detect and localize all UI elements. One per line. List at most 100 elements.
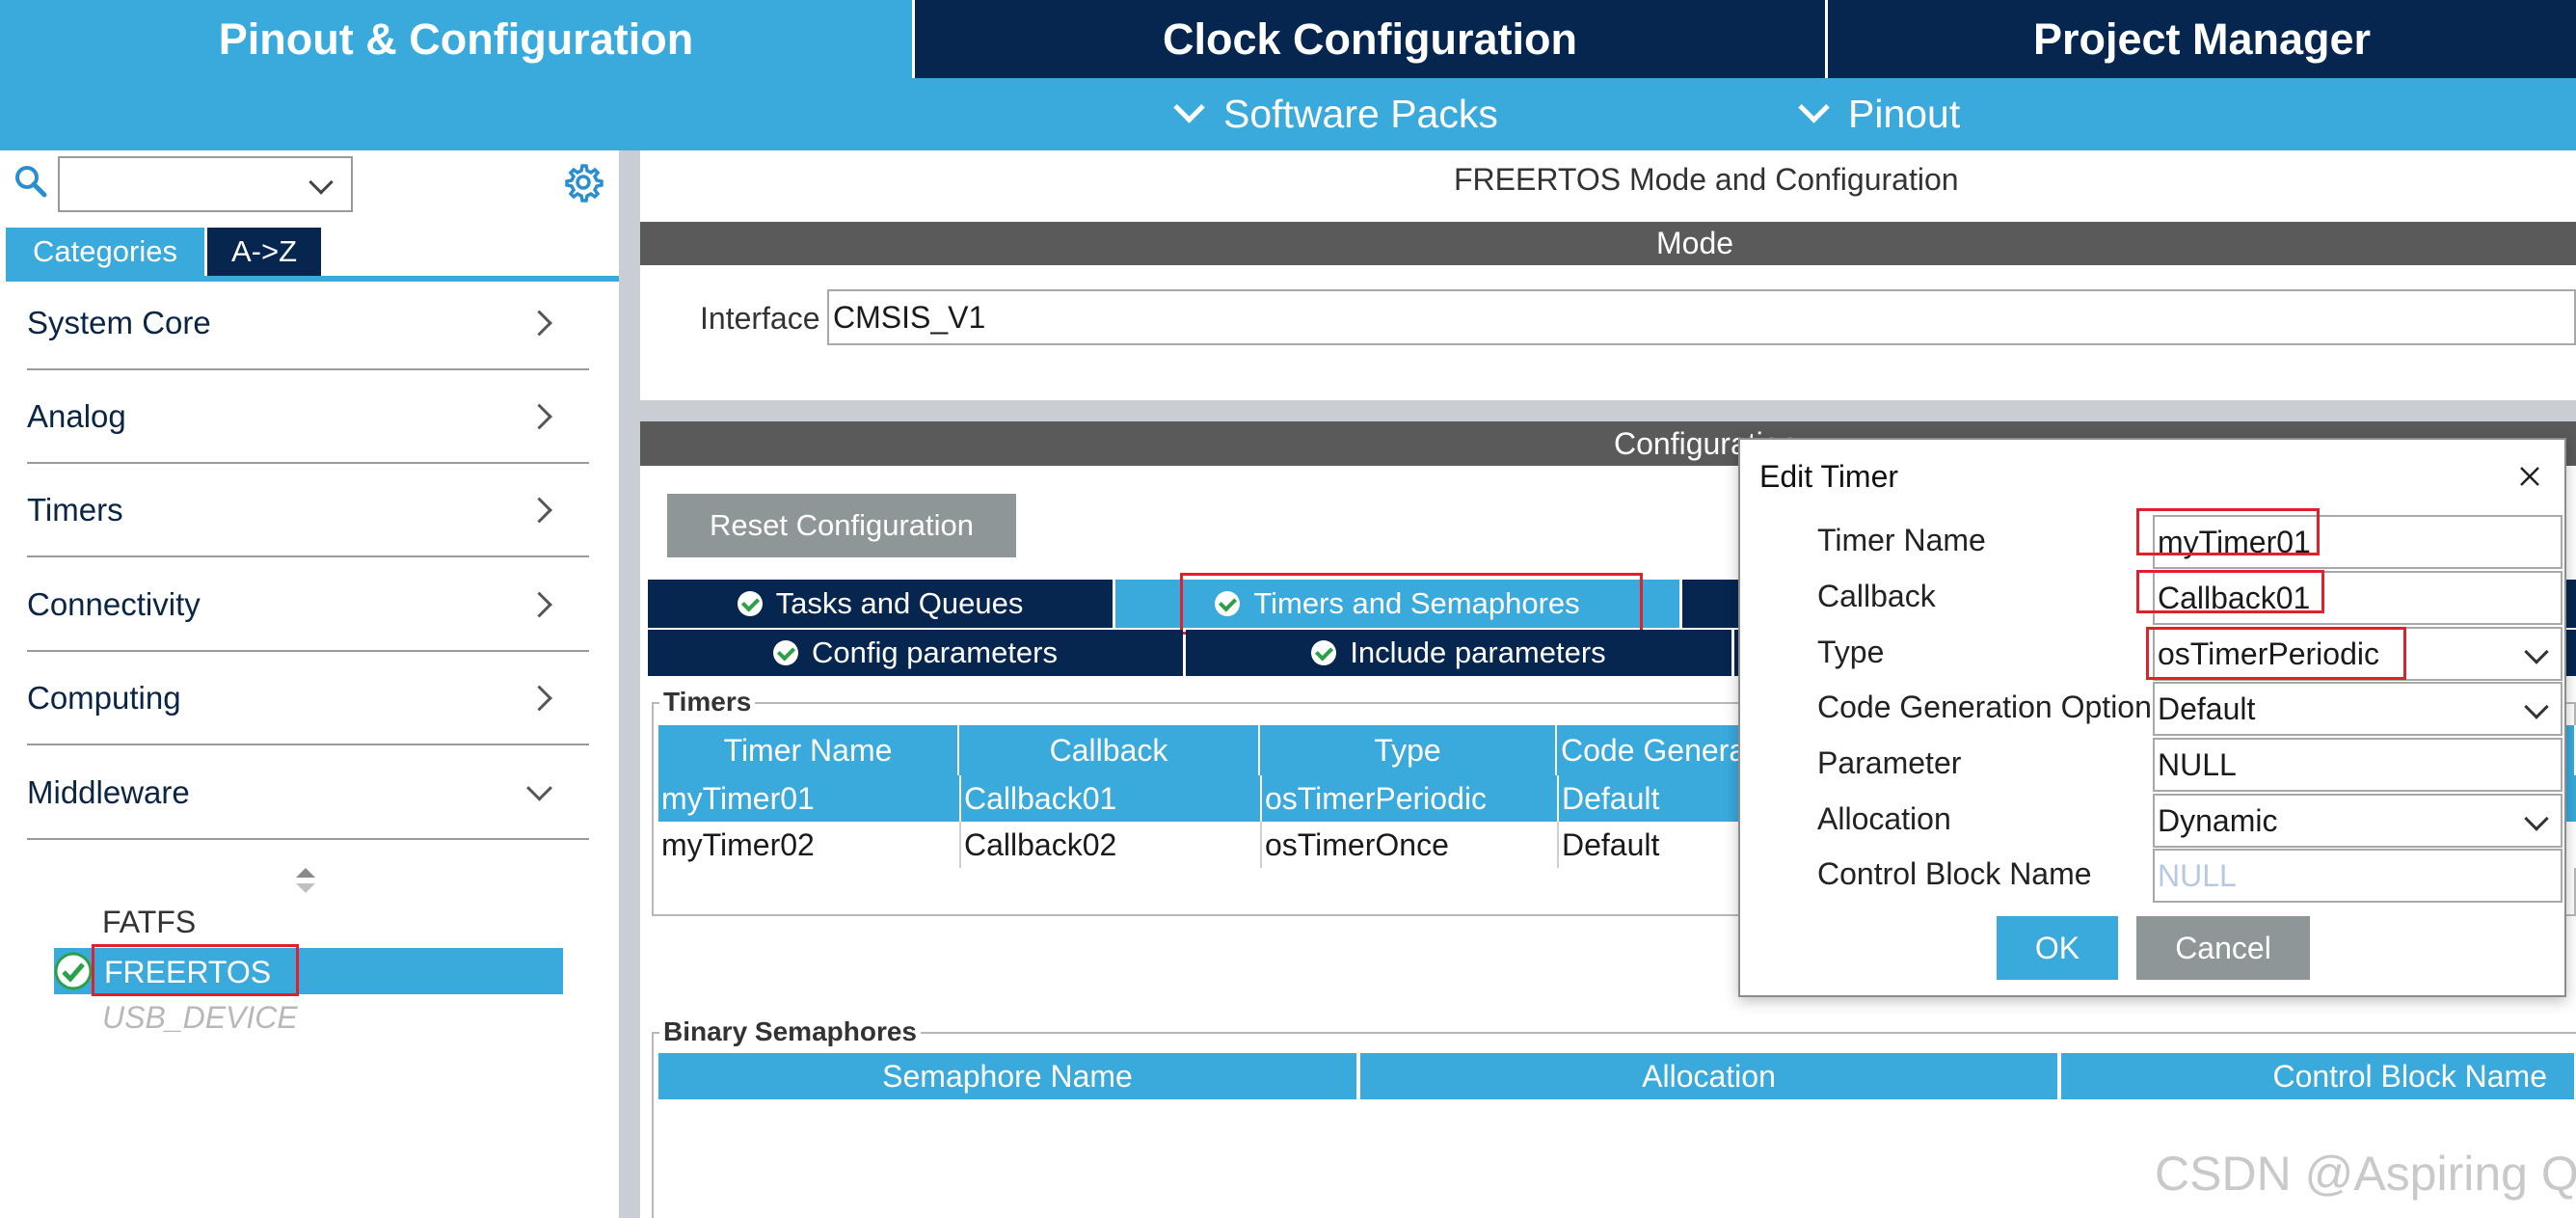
column-header-label: Timer Name [723, 732, 893, 768]
search-icon[interactable] [13, 164, 48, 199]
chevron-down-icon [1798, 92, 1830, 123]
field-value: osTimerPeriodic [2158, 636, 2379, 671]
close-icon[interactable] [2516, 463, 2543, 490]
tab-tasks-and-queues[interactable]: Tasks and Queues [648, 580, 1113, 628]
mode-header-label: Mode [1656, 226, 1734, 260]
page-title-text: FREERTOS Mode and Configuration [1454, 162, 1959, 197]
tab-categories-label: Categories [33, 234, 177, 268]
callback-input[interactable]: Callback01 [2153, 571, 2563, 625]
semaphores-group-label: Binary Semaphores [659, 1016, 921, 1047]
category-connectivity[interactable]: Connectivity [27, 559, 589, 652]
cell-text: myTimer01 [661, 780, 815, 816]
control-block-name-input[interactable]: NULL [2153, 849, 2563, 903]
middleware-item-usb-device[interactable]: USB_DEVICE [102, 1000, 298, 1036]
field-label-text: Callback [1817, 579, 1936, 613]
timers-group-label: Timers [659, 687, 756, 717]
cancel-button-label: Cancel [2175, 930, 2271, 965]
category-computing[interactable]: Computing [27, 653, 589, 745]
pinout-menu[interactable]: Pinout [1798, 78, 1960, 150]
reset-configuration-button[interactable]: Reset Configuration [667, 494, 1016, 557]
search-input[interactable] [58, 156, 353, 212]
category-label: Middleware [27, 774, 190, 810]
chevron-down-icon [526, 774, 552, 801]
field-label-text: Control Block Name [1817, 856, 2092, 891]
column-header-label: Semaphore Name [882, 1058, 1133, 1094]
allocation-select[interactable]: Dynamic [2153, 794, 2563, 848]
middleware-item-freertos[interactable]: FREERTOS [54, 948, 563, 994]
table-cell: Callback02 [959, 822, 1260, 868]
tab-include-parameters[interactable]: Include parameters [1186, 630, 1731, 676]
category-middleware[interactable]: Middleware [27, 747, 589, 840]
middleware-item-fatfs[interactable]: FATFS [102, 905, 196, 940]
category-analog[interactable]: Analog [27, 371, 589, 464]
column-header-allocation[interactable]: Allocation [1360, 1053, 2059, 1099]
software-packs-label: Software Packs [1223, 92, 1498, 136]
left-panel: Categories A->Z System Core Analog Timer… [0, 150, 619, 1218]
tab-config-parameters[interactable]: Config parameters [648, 630, 1183, 676]
chevron-down-icon [1173, 92, 1205, 123]
tab-clock-configuration-label: Clock Configuration [1163, 14, 1577, 64]
tab-categories[interactable]: Categories [6, 228, 204, 276]
timer-name-input[interactable]: myTimer01 [2153, 515, 2563, 569]
check-circle-icon [737, 591, 763, 616]
tab-pinout-configuration-label: Pinout & Configuration [218, 14, 694, 64]
tab-project-manager[interactable]: Project Manager [1825, 0, 2576, 78]
tab-clock-configuration[interactable]: Clock Configuration [912, 0, 1825, 78]
semaphores-group-label-text: Binary Semaphores [663, 1016, 917, 1046]
edit-timer-dialog: Edit Timer Timer Name myTimer01 Callback… [1738, 438, 2566, 997]
ok-button[interactable]: OK [1997, 916, 2118, 980]
software-packs-menu[interactable]: Software Packs [1173, 78, 1498, 150]
field-value: Default [2158, 690, 2256, 726]
tab-label: Tasks and Queues [775, 586, 1024, 620]
middleware-item-label: FREERTOS [104, 955, 272, 989]
interface-label-text: Interface [700, 301, 820, 336]
table-cell: myTimer02 [658, 822, 959, 868]
reset-configuration-label: Reset Configuration [710, 508, 974, 542]
chevron-down-icon [2524, 806, 2549, 831]
gear-icon[interactable] [563, 162, 604, 203]
field-value: Callback01 [2158, 580, 2311, 615]
column-header-callback[interactable]: Callback [959, 725, 1260, 775]
field-label-text: Type [1817, 635, 1885, 669]
type-select[interactable]: osTimerPeriodic [2153, 627, 2563, 681]
category-label: Connectivity [27, 586, 201, 622]
column-header-type[interactable]: Type [1260, 725, 1557, 775]
field-value: myTimer01 [2158, 524, 2311, 559]
cancel-button[interactable]: Cancel [2136, 916, 2310, 980]
cell-text: Callback02 [964, 826, 1117, 862]
interface-label: Interface [700, 301, 820, 337]
category-system-core[interactable]: System Core [27, 278, 589, 370]
cell-text: osTimerPeriodic [1265, 780, 1487, 816]
panel-splitter[interactable] [619, 150, 640, 1218]
tab-pinout-configuration[interactable]: Pinout & Configuration [0, 0, 912, 78]
field-label-callback: Callback [1817, 579, 1936, 614]
field-value: Dynamic [2158, 802, 2278, 838]
check-circle-icon [54, 952, 93, 990]
tab-project-manager-label: Project Manager [2032, 14, 2372, 64]
chevron-right-icon [526, 403, 552, 430]
column-header-semaphore-name[interactable]: Semaphore Name [658, 1053, 1358, 1099]
field-label-text: Timer Name [1817, 523, 1986, 557]
tab-timers-and-semaphores[interactable]: Timers and Semaphores [1115, 580, 1679, 628]
category-label: Timers [27, 492, 123, 528]
watermark: CSDN @Aspiring Q [2155, 1146, 2576, 1202]
ok-button-label: OK [2034, 930, 2080, 965]
column-header-label: Type [1374, 732, 1441, 768]
tab-a-z[interactable]: A->Z [207, 228, 321, 276]
tab-label: Timers and Semaphores [1253, 586, 1580, 620]
dialog-title-text: Edit Timer [1759, 459, 1899, 494]
table-cell: osTimerPeriodic [1260, 775, 1557, 822]
interface-field[interactable]: CMSIS_V1 [827, 289, 2576, 345]
middleware-item-label: USB_DEVICE [102, 1000, 298, 1035]
chevron-down-icon [309, 170, 334, 195]
column-header-control-block-name[interactable]: Control Block Name [2061, 1053, 2576, 1099]
parameter-input[interactable]: NULL [2153, 738, 2563, 792]
sort-icon[interactable] [294, 866, 317, 895]
chevron-right-icon [526, 310, 552, 337]
column-header-label: Control Block Name [2272, 1058, 2547, 1094]
middleware-item-label: FATFS [102, 905, 197, 939]
chevron-right-icon [526, 685, 552, 712]
code-generation-option-select[interactable]: Default [2153, 682, 2563, 736]
category-timers[interactable]: Timers [27, 465, 589, 557]
column-header-timer-name[interactable]: Timer Name [658, 725, 959, 775]
